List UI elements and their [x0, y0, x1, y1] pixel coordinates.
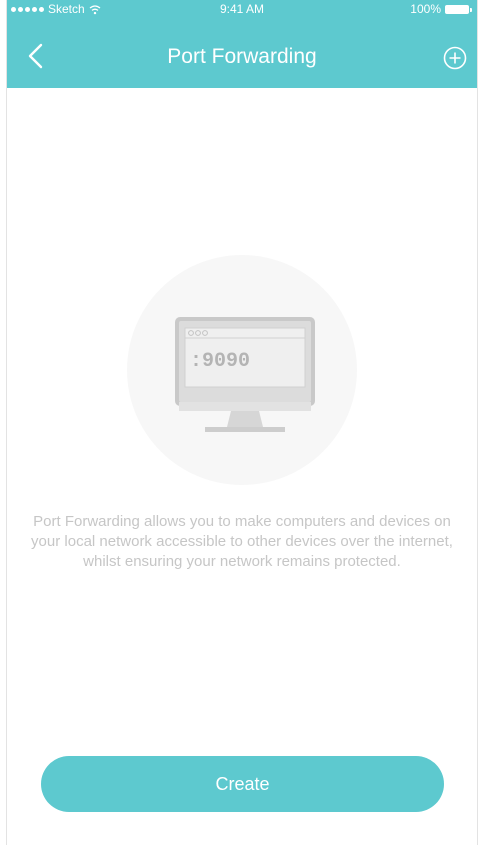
navigation-bar: Port Forwarding [7, 19, 477, 88]
page-title: Port Forwarding [167, 45, 317, 68]
battery-label: 100% [410, 2, 441, 16]
status-right: 100% [410, 2, 472, 16]
description-text: Port Forwarding allows you to make compu… [31, 513, 453, 570]
status-time: 9:41 AM [219, 2, 265, 16]
add-button[interactable] [443, 46, 467, 70]
app-screen: Sketch 9:41 AM 100% Port Forwarding:909… [6, 0, 478, 845]
plus-circle-icon [443, 46, 467, 70]
battery-icon [445, 4, 472, 14]
port-number: :9090 [190, 350, 250, 373]
create-button[interactable]: Create [41, 756, 444, 812]
monitor-illustration: :9090 [175, 317, 315, 432]
status-bar: Sketch 9:41 AM 100% [7, 0, 477, 19]
